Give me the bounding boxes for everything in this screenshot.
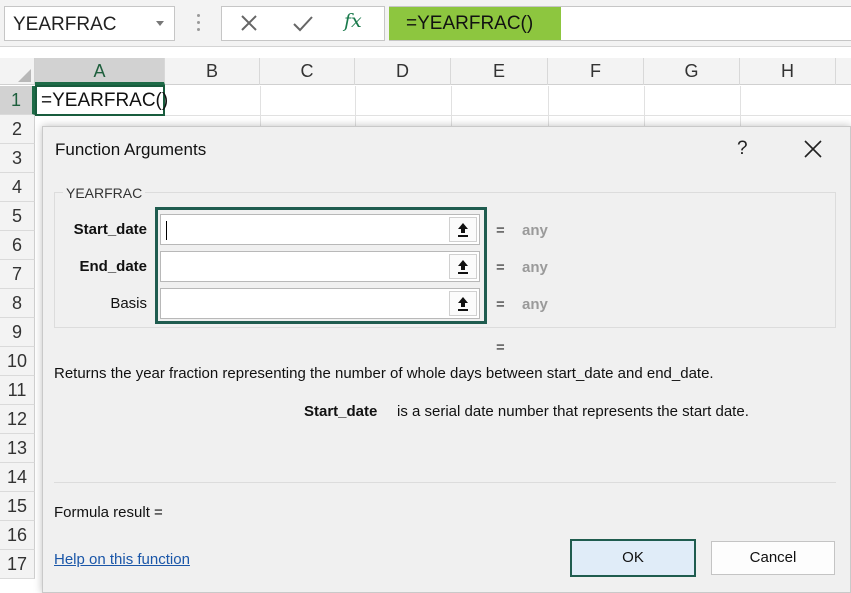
cancel-button[interactable]: Cancel [711, 541, 835, 575]
row-header-9[interactable]: 9 [0, 318, 35, 347]
name-box-value: YEARFRAC [13, 14, 117, 35]
formula-bar: YEARFRAC fx =YEARFRAC() [0, 0, 851, 47]
arg-equals: = [496, 259, 505, 276]
column-header-g[interactable]: G [644, 58, 740, 85]
row-header-14[interactable]: 14 [0, 463, 35, 492]
row-header-8[interactable]: 8 [0, 289, 35, 318]
function-description: Returns the year fraction representing t… [54, 365, 714, 382]
row-header-17[interactable]: 17 [0, 550, 35, 579]
row-header-13[interactable]: 13 [0, 434, 35, 463]
row-header-3[interactable]: 3 [0, 144, 35, 173]
row-header-1[interactable]: 1 [0, 86, 35, 115]
arg-result-end-date: any [522, 259, 548, 276]
column-header-e[interactable]: E [451, 58, 548, 85]
group-label: YEARFRAC [63, 185, 146, 201]
arg-equals: = [496, 296, 505, 313]
row-header-16[interactable]: 16 [0, 521, 35, 550]
column-header-d[interactable]: D [355, 58, 451, 85]
row-header-11[interactable]: 11 [0, 376, 35, 405]
chevron-down-icon[interactable] [156, 21, 164, 26]
arg-label-start-date: Start_date [73, 221, 147, 238]
row-header-4[interactable]: 4 [0, 173, 35, 202]
formula-result-label: Formula result = [54, 504, 163, 521]
row-header-12[interactable]: 12 [0, 405, 35, 434]
dialog-title: Function Arguments [55, 140, 207, 159]
column-header-a[interactable]: A [35, 58, 165, 85]
arg-label-basis: Basis [110, 295, 147, 312]
gridline [548, 86, 549, 126]
ok-button[interactable]: OK [570, 539, 696, 577]
overall-equals: = [496, 339, 505, 356]
arg-result-start-date: any [522, 222, 548, 239]
column-header-h[interactable]: H [740, 58, 836, 85]
row-header-7[interactable]: 7 [0, 260, 35, 289]
column-header-f[interactable]: F [548, 58, 644, 85]
formula-input[interactable]: =YEARFRAC() [389, 6, 851, 41]
gridline [355, 86, 356, 126]
arg-result-basis: any [522, 296, 548, 313]
formula-buttons: fx [221, 6, 385, 41]
active-cell-a1[interactable]: =YEARFRAC() [35, 85, 169, 116]
divider [54, 482, 836, 483]
function-arguments-dialog: Function Arguments ? YEARFRAC Start_date… [42, 126, 851, 593]
gridline [644, 86, 645, 126]
gridline [260, 86, 261, 126]
row-header-10[interactable]: 10 [0, 347, 35, 376]
row-header-2[interactable]: 2 [0, 115, 35, 144]
arg-label-end-date: End_date [79, 258, 147, 275]
name-box[interactable]: YEARFRAC [4, 6, 175, 41]
row-header-15[interactable]: 15 [0, 492, 35, 521]
gridline [451, 86, 452, 126]
arg-help-text: is a serial date number that represents … [397, 403, 749, 420]
inputs-highlight-frame [155, 207, 487, 324]
insert-function-icon[interactable]: fx [344, 10, 374, 36]
column-headers: A B C D E F G H [0, 58, 851, 85]
checkmark-icon[interactable] [288, 11, 318, 37]
column-header-c[interactable]: C [260, 58, 355, 85]
help-icon[interactable]: ? [737, 138, 748, 160]
drag-handle-icon[interactable] [197, 14, 200, 35]
row-header-6[interactable]: 6 [0, 231, 35, 260]
cell-value: =YEARFRAC() [41, 90, 169, 111]
gridline [740, 86, 741, 126]
arg-equals: = [496, 222, 505, 239]
formula-text: =YEARFRAC() [406, 13, 534, 34]
column-header-b[interactable]: B [165, 58, 260, 85]
select-all-button[interactable] [0, 58, 35, 85]
row-header-5[interactable]: 5 [0, 202, 35, 231]
close-icon[interactable] [801, 137, 825, 161]
close-icon[interactable] [234, 11, 264, 37]
help-on-function-link[interactable]: Help on this function [54, 551, 190, 568]
arg-help-name: Start_date [304, 403, 378, 420]
